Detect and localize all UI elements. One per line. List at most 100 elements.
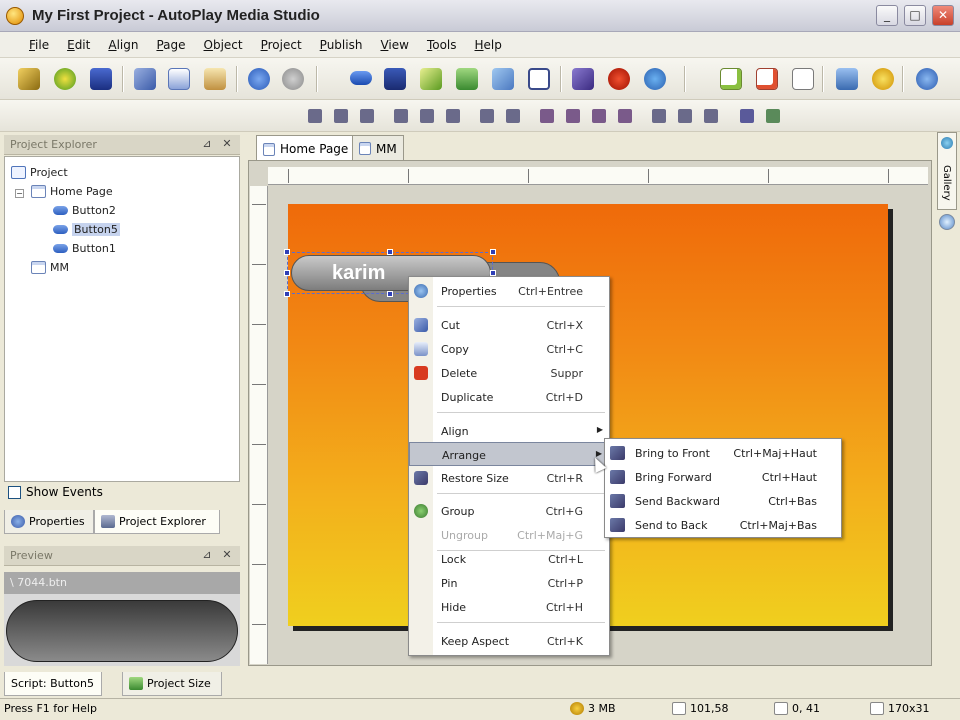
minimize-button[interactable]: _ [876,5,898,26]
same-size-icon[interactable] [704,109,718,123]
resize-handle[interactable] [284,270,290,276]
same-height-icon[interactable] [678,109,692,123]
resize-handle[interactable] [387,291,393,297]
align-bottom-icon[interactable] [446,109,460,123]
web-object-icon[interactable] [644,68,666,90]
open-project-icon[interactable] [54,68,76,90]
wizard-icon[interactable] [18,68,40,90]
distribute-vertical-icon[interactable] [506,109,520,123]
menu-item-group[interactable]: Group Ctrl+G [409,499,609,523]
paste-icon[interactable] [204,68,226,90]
label-object-icon[interactable] [384,68,406,90]
align-left-icon[interactable] [308,109,322,123]
video-object-icon[interactable] [608,68,630,90]
maximize-button[interactable]: □ [904,5,926,26]
preview-icon[interactable] [836,68,858,90]
window-title: My First Project - AutoPlay Media Studio [32,7,320,24]
undo-icon[interactable] [248,68,270,90]
menu-file[interactable]: File [20,38,58,52]
page-properties-icon[interactable] [792,68,814,90]
listbox-object-icon[interactable] [572,68,594,90]
tree-node-button2[interactable]: Button2 [53,204,116,217]
tree-node-button5[interactable]: Button5 [53,223,120,236]
menu-item-bring-forward[interactable]: Bring Forward Ctrl+Haut [605,465,841,489]
resize-handle[interactable] [284,291,290,297]
same-width-icon[interactable] [652,109,666,123]
menu-view[interactable]: View [371,38,417,52]
new-page-icon[interactable] [720,68,742,90]
align-center-icon[interactable] [334,109,348,123]
ungroup-icon[interactable] [766,109,780,123]
menu-item-send-backward[interactable]: Send Backward Ctrl+Bas [605,489,841,513]
menu-tools[interactable]: Tools [418,38,466,52]
redo-icon[interactable] [282,68,304,90]
bring-to-front-icon[interactable] [540,109,554,123]
close-pane-icon[interactable]: ✕ [220,548,234,562]
menu-edit[interactable]: Edit [58,38,99,52]
menu-item-send-to-back[interactable]: Send to Back Ctrl+Maj+Bas [605,513,841,537]
menu-project[interactable]: Project [252,38,311,52]
menu-item-properties[interactable]: Properties Ctrl+Entree [409,279,609,303]
paragraph-object-icon[interactable] [420,68,442,90]
pin-icon[interactable]: ⊿ [200,548,214,562]
flash-object-icon[interactable] [492,68,514,90]
button-object-icon[interactable] [350,71,372,85]
menu-align[interactable]: Align [99,38,147,52]
distribute-horizontal-icon[interactable] [480,109,494,123]
menu-help[interactable]: Help [466,38,511,52]
cut-icon[interactable] [134,68,156,90]
menu-item-cut[interactable]: Cut Ctrl+X [409,313,609,337]
menu-item-align[interactable]: Align ▶ [409,419,609,443]
tree-node-project[interactable]: Project [11,166,68,179]
send-backward-icon[interactable] [592,109,606,123]
group-icon[interactable] [740,109,754,123]
menu-item-hide[interactable]: Hide Ctrl+H [409,595,609,619]
menu-item-ungroup[interactable]: Ungroup Ctrl+Maj+G [409,523,609,547]
input-object-icon[interactable] [528,68,550,90]
menu-object[interactable]: Object [195,38,252,52]
menu-publish[interactable]: Publish [311,38,372,52]
tab-mm[interactable]: MM [352,135,404,161]
menu-item-copy[interactable]: Copy Ctrl+C [409,337,609,361]
tab-script[interactable]: Script: Button5 [4,672,102,696]
help-icon[interactable] [916,68,938,90]
save-icon[interactable] [90,68,112,90]
align-right-icon[interactable] [360,109,374,123]
tab-project-size[interactable]: Project Size [122,672,222,696]
bring-forward-icon[interactable] [566,109,580,123]
align-middle-icon[interactable] [420,109,434,123]
send-to-back-icon[interactable] [618,109,632,123]
gallery-extra-icon[interactable] [939,214,955,230]
menu-item-keep-aspect[interactable]: Keep Aspect Ctrl+K [409,629,609,653]
tree-node-home-page[interactable]: Home Page [31,185,113,198]
status-bar: Press F1 for Help 3 MB 101,58 0, 41 170x… [0,698,960,720]
tab-home-page[interactable]: Home Page [256,135,356,162]
collapse-toggle[interactable]: − [15,189,24,198]
tree-node-button1[interactable]: Button1 [53,242,116,255]
resize-handle[interactable] [490,249,496,255]
build-icon[interactable] [872,68,894,90]
menu-item-restore-size[interactable]: Restore Size Ctrl+R [409,466,609,490]
pin-icon[interactable]: ⊿ [200,137,214,151]
copy-icon[interactable] [168,68,190,90]
show-events-checkbox[interactable]: Show Events [8,485,103,499]
align-top-icon[interactable] [394,109,408,123]
tab-properties[interactable]: Properties [4,510,94,534]
gallery-tab[interactable]: Gallery [937,132,957,210]
checkbox-box[interactable] [8,485,21,499]
menu-item-arrange[interactable]: Arrange ▶ [409,442,609,466]
delete-page-icon[interactable] [756,68,778,90]
image-object-icon[interactable] [456,68,478,90]
close-button[interactable]: ✕ [932,5,954,26]
menu-item-bring-to-front[interactable]: Bring to Front Ctrl+Maj+Haut [605,441,841,465]
menu-page[interactable]: Page [147,38,194,52]
tree-node-mm[interactable]: MM [31,261,69,274]
menu-item-pin[interactable]: Pin Ctrl+P [409,571,609,595]
menu-item-duplicate[interactable]: Duplicate Ctrl+D [409,385,609,409]
tab-project-explorer[interactable]: Project Explorer [94,510,220,534]
close-pane-icon[interactable]: ✕ [220,137,234,151]
menu-item-lock[interactable]: Lock Ctrl+L [409,547,609,571]
resize-handle[interactable] [387,249,393,255]
menu-item-delete[interactable]: Delete Suppr [409,361,609,385]
resize-handle[interactable] [284,249,290,255]
